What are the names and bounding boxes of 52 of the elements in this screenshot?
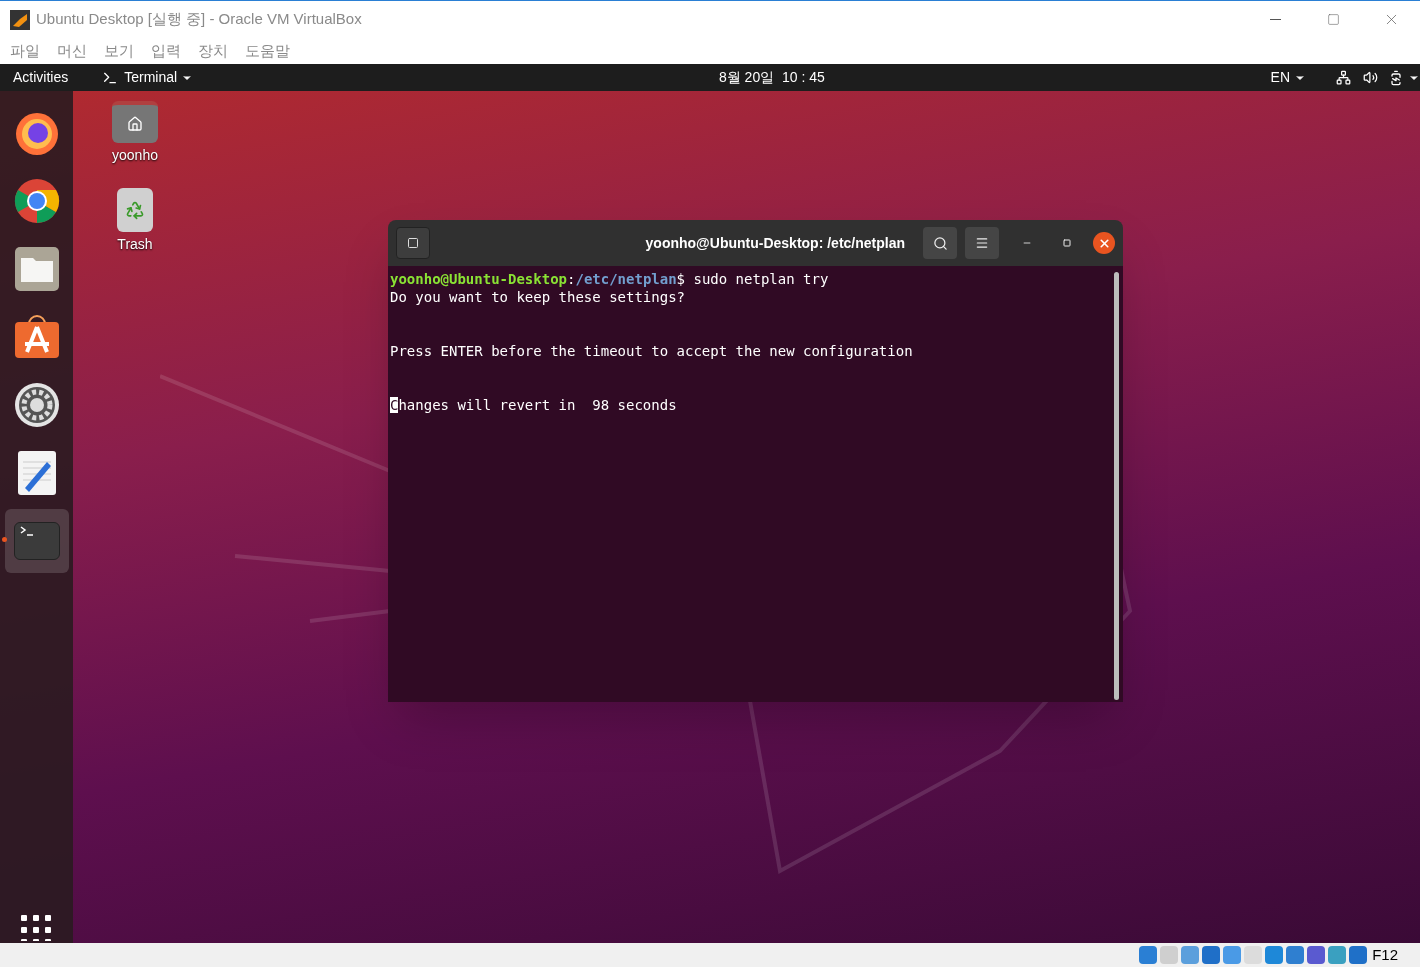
status-indicator-icon[interactable] <box>1328 946 1347 964</box>
desktop-icon-label[interactable]: yoonho <box>112 145 158 166</box>
gear-icon <box>13 382 60 428</box>
minimize-icon <box>1269 19 1281 20</box>
status-indicator-icon[interactable] <box>1181 946 1200 964</box>
network-icon[interactable] <box>1336 70 1351 85</box>
activities-button[interactable]: Activities <box>0 67 103 88</box>
status-indicator-icon[interactable] <box>1202 946 1221 964</box>
menu-button[interactable] <box>965 227 999 259</box>
app-grid-icon[interactable] <box>20 915 53 941</box>
terminal-line: Changes will revert in 98 seconds <box>390 396 678 414</box>
maximize-icon <box>1326 13 1340 26</box>
status-indicator-icon[interactable] <box>1286 946 1305 964</box>
menu-item[interactable]: 입력 <box>151 39 181 63</box>
menu-icon <box>975 236 989 250</box>
app-menu[interactable]: Terminal <box>124 67 194 88</box>
app-logo-icon <box>10 9 30 30</box>
shopping-bag-icon <box>13 314 60 360</box>
terminal-prompt-icon <box>13 522 60 560</box>
desktop-icon-label[interactable]: Trash <box>117 234 153 255</box>
menu-item[interactable]: 파일 <box>10 39 40 63</box>
search-button[interactable] <box>923 227 957 259</box>
menu-item[interactable]: 머신 <box>57 39 87 63</box>
maximize-icon <box>1063 239 1071 247</box>
menu-item[interactable]: 보기 <box>104 39 134 63</box>
new-tab-icon <box>407 237 419 249</box>
close-icon <box>1097 236 1111 250</box>
terminal-line: Press ENTER before the timeout to accept the new configuration <box>390 342 914 360</box>
language-menu[interactable]: EN <box>1270 67 1306 88</box>
notepad-pencil-icon <box>16 450 57 496</box>
close-button[interactable] <box>1093 232 1115 254</box>
clock[interactable]: 8월 20일 10 : 45 <box>718 67 825 88</box>
scrollbar[interactable] <box>1114 272 1119 700</box>
window-title: Ubuntu Desktop [실행 중] - Oracle VM VirtualBox <box>36 9 362 30</box>
volume-icon[interactable] <box>1363 70 1378 85</box>
menu-item[interactable]: 장치 <box>198 39 228 63</box>
status-indicator-icon[interactable] <box>1307 946 1326 964</box>
new-tab-button[interactable] <box>396 227 430 259</box>
status-indicator-icon[interactable] <box>1349 946 1368 964</box>
status-indicator-icon[interactable] <box>1265 946 1284 964</box>
status-indicator-icon[interactable] <box>1223 946 1242 964</box>
terminal-title: yoonho@Ubuntu-Desktop: /etc/netplan <box>645 233 905 253</box>
recycle-bin-icon <box>117 188 153 232</box>
status-indicator-icon[interactable] <box>1139 946 1158 964</box>
home-folder-icon <box>112 101 158 143</box>
terminal-line: Do you want to keep these settings? <box>390 288 686 306</box>
battery-icon[interactable] <box>1388 69 1404 86</box>
folder-icon <box>13 246 60 292</box>
terminal-line: yoonho@Ubuntu-Desktop:/etc/netplan$ sudo netplan try <box>390 270 830 288</box>
chrome-circle-icon <box>13 178 60 224</box>
host-key-label: F12 <box>1372 944 1399 965</box>
search-icon <box>932 235 948 251</box>
